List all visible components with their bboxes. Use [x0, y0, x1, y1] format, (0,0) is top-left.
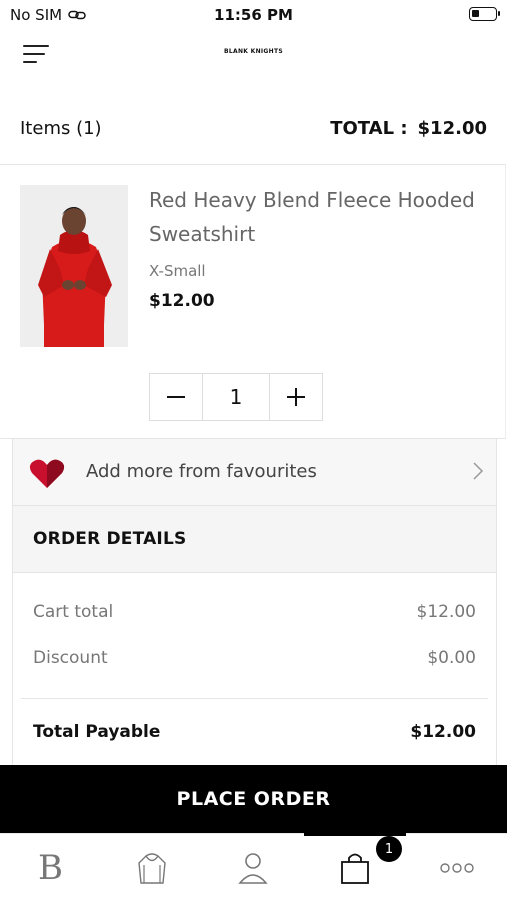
place-order-button[interactable]: PLACE ORDER — [0, 765, 507, 833]
total-payable-row: Total Payable $12.00 — [33, 722, 476, 742]
add-from-favourites-row[interactable]: Add more from favourites — [12, 438, 497, 506]
cart-total-value: $12.00 — [416, 602, 476, 622]
chevron-right-icon — [473, 462, 484, 480]
order-details-header: ORDER DETAILS — [12, 506, 497, 573]
clock: 11:56 PM — [214, 6, 293, 24]
product-price: $12.00 — [149, 291, 215, 311]
home-b-icon: B — [38, 847, 63, 888]
increase-quantity-button[interactable] — [270, 374, 322, 420]
tab-shop[interactable] — [101, 834, 202, 901]
items-count: Items (1) — [20, 118, 102, 139]
divider — [21, 698, 488, 699]
product-size: X-Small — [149, 262, 206, 280]
heart-icon — [29, 459, 65, 488]
minus-icon — [167, 396, 185, 398]
tab-more[interactable] — [406, 834, 507, 901]
cart-summary-header: Items (1) TOTAL : $12.00 — [0, 100, 507, 160]
bottom-tab-bar: B — [0, 832, 507, 901]
discount-label: Discount — [33, 648, 108, 668]
plus-icon — [287, 388, 305, 406]
top-nav: BLANK KNIGHTS — [0, 30, 507, 88]
tab-home[interactable]: B — [0, 834, 101, 901]
decrease-quantity-button[interactable] — [150, 374, 202, 420]
cart-total: TOTAL : $12.00 — [330, 118, 487, 139]
order-details-title: ORDER DETAILS — [33, 529, 187, 549]
hoodie-icon — [137, 852, 166, 884]
total-payable-value: $12.00 — [410, 722, 476, 742]
total-payable-label: Total Payable — [33, 722, 161, 742]
total-value: $12.00 — [417, 118, 487, 139]
quantity-value: 1 — [202, 374, 270, 420]
favourites-label: Add more from favourites — [86, 461, 317, 482]
status-bar: No SIM 11:56 PM — [0, 0, 507, 30]
product-image[interactable] — [20, 185, 128, 347]
tab-account[interactable] — [202, 834, 303, 901]
order-details-body: Cart total $12.00 Discount $0.00 Total P… — [12, 572, 497, 768]
brand-logo[interactable]: BLANK KNIGHTS — [0, 48, 507, 55]
discount-value: $0.00 — [427, 648, 476, 668]
discount-row: Discount $0.00 — [33, 648, 476, 668]
quantity-stepper: 1 — [149, 373, 323, 421]
battery-icon — [469, 7, 500, 21]
bag-count-badge: 1 — [376, 836, 402, 862]
product-name[interactable]: Red Heavy Blend Fleece Hooded Sweatshirt — [149, 183, 479, 251]
more-icon — [439, 862, 474, 873]
user-icon — [237, 852, 268, 884]
bag-icon — [340, 853, 369, 884]
total-label: TOTAL : — [330, 118, 408, 139]
cart-total-label: Cart total — [33, 602, 114, 622]
cart-total-row: Cart total $12.00 — [33, 602, 476, 622]
cart-item: Red Heavy Blend Fleece Hooded Sweatshirt… — [0, 164, 506, 439]
